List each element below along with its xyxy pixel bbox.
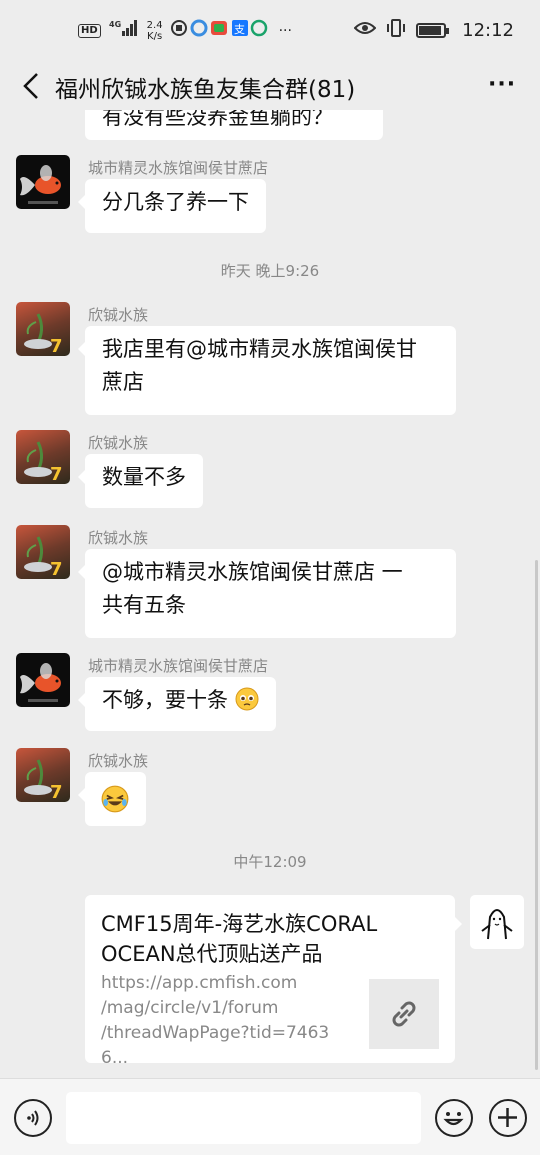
link-title: CMF15周年-海艺水族CORAL OCEAN总代顶贴送产品 <box>101 909 431 969</box>
message-bubble[interactable] <box>78 772 146 826</box>
message-text-line1: 我店里有@城市精灵水族馆闽侯甘 <box>102 337 417 361</box>
svg-text:支: 支 <box>234 23 245 36</box>
battery-icon <box>416 23 450 38</box>
shared-link-card[interactable]: CMF15周年-海艺水族CORAL OCEAN总代顶贴送产品 https://a… <box>85 895 462 1068</box>
sender-name: 欣铖水族 <box>88 529 149 547</box>
app-notification-icons: 支 <box>170 18 271 43</box>
scrollbar[interactable] <box>535 560 538 1070</box>
message-text: 数量不多 <box>102 465 186 489</box>
avatar-aquarium-shop[interactable] <box>16 653 70 707</box>
message-input[interactable] <box>66 1092 421 1144</box>
more-functions-button[interactable] <box>489 1099 527 1137</box>
signal-icon: 4G <box>109 19 139 42</box>
sender-name: 欣铖水族 <box>88 434 149 452</box>
message-text: 分几条了养一下 <box>102 190 249 214</box>
chat-messages[interactable]: 有没有些没养金鱼躺的？ 城市精灵水族馆闽侯甘蔗店 分几条了养一下 昨天 晚上9:… <box>0 110 540 1078</box>
message-text-line1: @城市精灵水族馆闽侯甘蔗店 一 <box>102 560 403 584</box>
voice-input-button[interactable] <box>14 1099 52 1137</box>
message-text: 不够，要十条 <box>102 688 228 712</box>
status-bar: HD 4G 2.4 K/s 支 ··· 12:12 <box>0 0 540 62</box>
speed-unit: K/s <box>147 30 163 42</box>
svg-text:7: 7 <box>50 559 63 579</box>
message-text: 有没有些没养金鱼躺的？ <box>102 110 333 129</box>
sender-name: 欣铖水族 <box>88 752 149 770</box>
group-title: 福州欣铖水族鱼友集合群(81) <box>55 77 356 103</box>
network-speed: 2.4 K/s <box>147 20 163 42</box>
avatar-xincheng[interactable]: 7 <box>16 430 70 484</box>
hd-badge: HD <box>78 23 101 38</box>
avatar-me[interactable] <box>470 895 524 949</box>
more-icon: ··· <box>488 72 517 97</box>
laughing-crying-emoji-icon <box>101 785 129 813</box>
status-time: 12:12 <box>462 20 514 41</box>
more-notifications-icon: ··· <box>278 22 292 39</box>
link-url-line1: https://app.cmfish.com <box>101 973 298 993</box>
message-bubble[interactable]: 不够，要十条 <box>78 677 276 731</box>
status-left: HD 4G 2.4 K/s 支 ··· <box>78 18 292 43</box>
avatar-xincheng[interactable]: 7 <box>16 302 70 356</box>
more-options-button[interactable]: ··· <box>488 72 516 97</box>
input-bar <box>0 1078 540 1155</box>
avatar-xincheng[interactable]: 7 <box>16 748 70 802</box>
status-right: 12:12 <box>353 18 514 43</box>
link-url: https://app.cmfish.com /mag/circle/v1/fo… <box>101 971 356 1071</box>
link-thumbnail <box>369 979 439 1049</box>
speed-value: 2.4 <box>146 19 163 31</box>
timestamp: 昨天 晚上9:26 <box>220 262 320 280</box>
smile-icon <box>443 1112 464 1126</box>
svg-text:7: 7 <box>50 782 63 802</box>
svg-text:7: 7 <box>50 464 63 484</box>
vibrate-icon <box>386 18 406 43</box>
sender-name: 城市精灵水族馆闽侯甘蔗店 <box>88 657 269 675</box>
back-button[interactable] <box>16 68 46 104</box>
message-text-line2: 蔗店 <box>102 370 144 394</box>
pleading-face-emoji-icon <box>235 687 259 711</box>
svg-text:4G: 4G <box>109 20 121 29</box>
message-bubble[interactable]: 数量不多 <box>78 454 203 508</box>
eye-comfort-icon <box>353 20 377 41</box>
voice-icon <box>27 1110 39 1126</box>
avatar-xincheng[interactable]: 7 <box>16 525 70 579</box>
message-text-line2: 共有五条 <box>102 593 186 617</box>
message-bubble[interactable]: @城市精灵水族馆闽侯甘蔗店 一 共有五条 <box>78 549 456 638</box>
link-title-line2: OCEAN总代顶贴送产品 <box>101 942 323 966</box>
chat-header: 福州欣铖水族鱼友集合群(81) ··· <box>0 62 540 110</box>
link-icon <box>392 1001 416 1027</box>
link-url-line2: /mag/circle/v1/forum <box>101 998 279 1018</box>
plus-icon <box>498 1108 517 1127</box>
sender-name: 欣铖水族 <box>88 306 149 324</box>
link-url-line3: /threadWapPage?tid=74636... <box>101 1023 330 1068</box>
message-bubble[interactable]: 分几条了养一下 <box>78 179 266 233</box>
emoji-button[interactable] <box>435 1099 473 1137</box>
avatar-aquarium-shop[interactable] <box>16 155 70 209</box>
sender-name: 城市精灵水族馆闽侯甘蔗店 <box>88 159 269 177</box>
message-bubble[interactable]: 我店里有@城市精灵水族馆闽侯甘 蔗店 <box>78 326 456 415</box>
timestamp: 中午12:09 <box>233 853 307 871</box>
chevron-left-icon <box>23 73 38 99</box>
svg-text:7: 7 <box>50 336 63 356</box>
message-bubble-partial[interactable]: 有没有些没养金鱼躺的？ <box>85 110 383 140</box>
link-title-line1: CMF15周年-海艺水族CORAL <box>101 912 378 936</box>
